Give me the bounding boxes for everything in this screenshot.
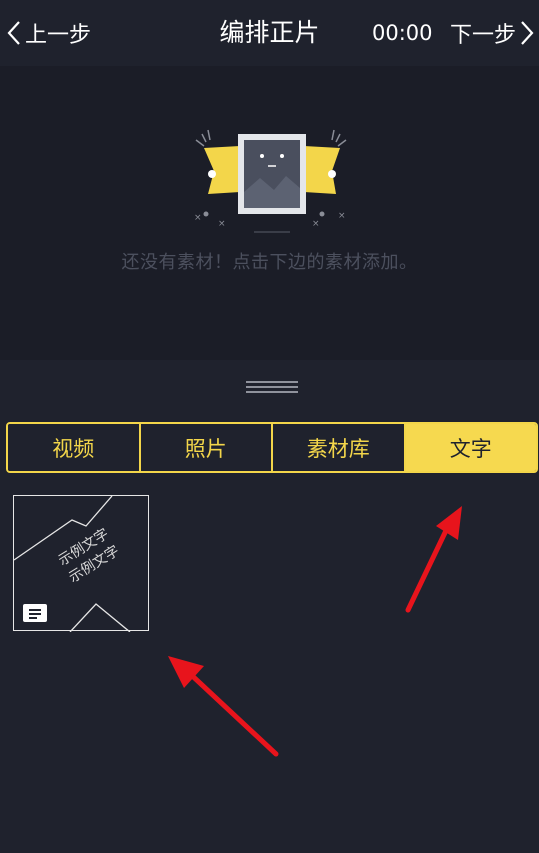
svg-text:×: × (218, 219, 226, 229)
empty-photo-illustration-icon: × × × × (194, 129, 347, 233)
tab-material-library[interactable]: 素材库 (273, 424, 406, 471)
svg-text:×: × (312, 219, 320, 229)
drag-handle[interactable] (246, 381, 298, 395)
back-button[interactable]: 上一步 (6, 14, 91, 52)
text-lines-icon (23, 604, 47, 622)
svg-text:×: × (338, 211, 346, 221)
next-button-label: 下一步 (449, 23, 516, 48)
duration-readout: 00:00 (372, 21, 433, 45)
top-bar: 上一步 编排正片 00:00 下一步 (0, 0, 539, 66)
tab-text[interactable]: 文字 (405, 424, 536, 471)
back-button-label: 上一步 (25, 23, 92, 48)
chevron-left-icon (7, 21, 20, 45)
next-button[interactable]: 下一步 (450, 14, 535, 52)
svg-text:×: × (194, 213, 202, 223)
annotation-arrow-to-text-tab (405, 506, 462, 613)
tab-photo[interactable]: 照片 (140, 424, 273, 471)
empty-state-message: 还没有素材！点击下边的素材添加。 (121, 252, 418, 273)
tab-video[interactable]: 视频 (8, 424, 141, 471)
text-template-item[interactable]: 示例文字 示例文字 (13, 495, 149, 632)
preview-area: × × × × 还没有素材！点击下边的素材添加。 (0, 66, 539, 360)
chevron-right-icon (521, 21, 534, 45)
material-tabs: 视频 照片 素材库 文字 (6, 422, 538, 473)
annotation-arrow-to-template (168, 656, 279, 757)
